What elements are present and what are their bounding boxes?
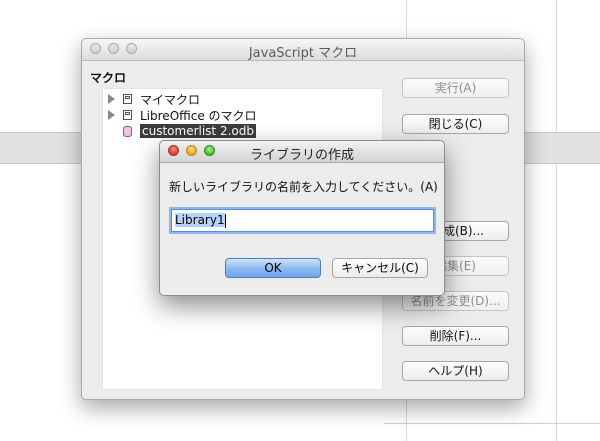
run-button[interactable]: 実行(A): [402, 78, 509, 98]
delete-button[interactable]: 削除(F)...: [402, 326, 509, 346]
cancel-button[interactable]: キャンセル(C): [332, 258, 428, 278]
tree-item-customerlist[interactable]: customerlist 2.odb: [103, 123, 256, 139]
library-name-prompt: 新しいライブラリの名前を入力してください。(A): [169, 180, 438, 194]
container-icon: [123, 94, 132, 104]
create-library-dialog: ライブラリの作成 新しいライブラリの名前を入力してください。(A) Librar…: [159, 140, 445, 296]
background-line: [384, 423, 600, 424]
help-button[interactable]: ヘルプ(H): [402, 361, 509, 381]
macro-section-label: マクロ: [90, 71, 127, 85]
library-name-input[interactable]: Library1: [171, 209, 434, 232]
dialog-title: ライブラリの作成: [249, 148, 354, 163]
database-icon: [123, 125, 132, 137]
expand-arrow-icon[interactable]: [108, 110, 115, 120]
ok-button[interactable]: OK: [225, 258, 321, 278]
text-caret: [224, 213, 226, 228]
tree-item-libreoffice-macros[interactable]: LibreOffice のマクロ: [103, 107, 257, 123]
tree-item-label: LibreOffice のマクロ: [140, 108, 257, 123]
window-titlebar[interactable]: JavaScript マクロ: [82, 39, 524, 61]
expand-arrow-icon[interactable]: [108, 94, 115, 104]
input-value: Library1: [175, 213, 225, 227]
container-icon: [123, 110, 132, 120]
window-title: JavaScript マクロ: [248, 46, 358, 61]
dialog-titlebar[interactable]: ライブラリの作成: [160, 141, 444, 163]
tree-item-label: マイマクロ: [140, 92, 201, 107]
background-line: [556, 0, 557, 441]
tree-item-my-macros[interactable]: マイマクロ: [103, 91, 200, 107]
close-button[interactable]: 閉じる(C): [402, 114, 509, 134]
tree-item-label: customerlist 2.odb: [140, 124, 256, 138]
